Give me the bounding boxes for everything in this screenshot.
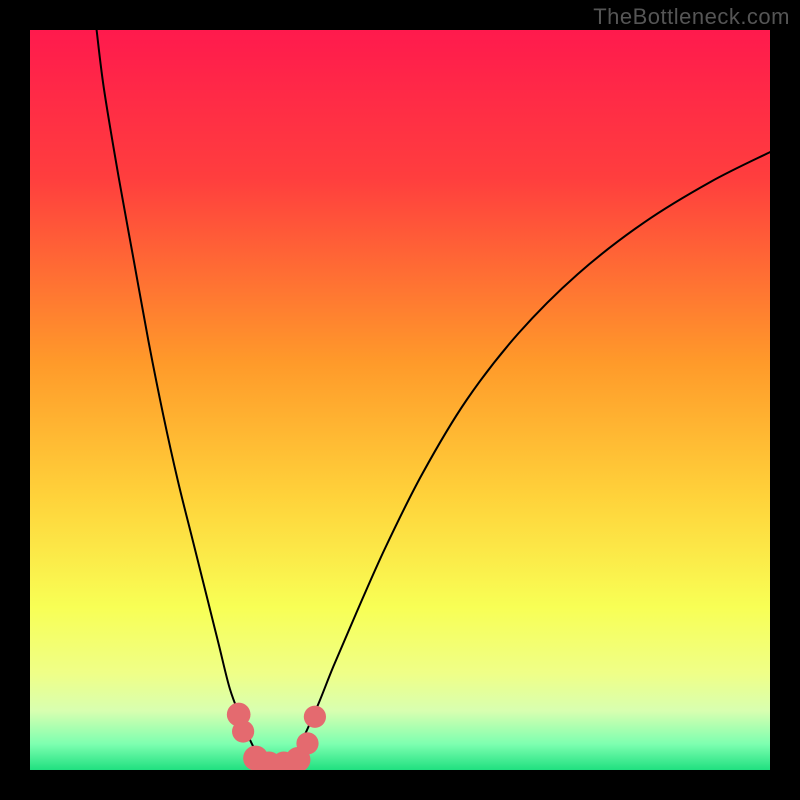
plot-area [30, 30, 770, 770]
marker-point [232, 720, 254, 742]
chart-frame: TheBottleneck.com [0, 0, 800, 800]
watermark-text: TheBottleneck.com [593, 4, 790, 30]
chart-svg [30, 30, 770, 770]
chart-background [30, 30, 770, 770]
marker-point [304, 706, 326, 728]
marker-point [296, 732, 318, 754]
